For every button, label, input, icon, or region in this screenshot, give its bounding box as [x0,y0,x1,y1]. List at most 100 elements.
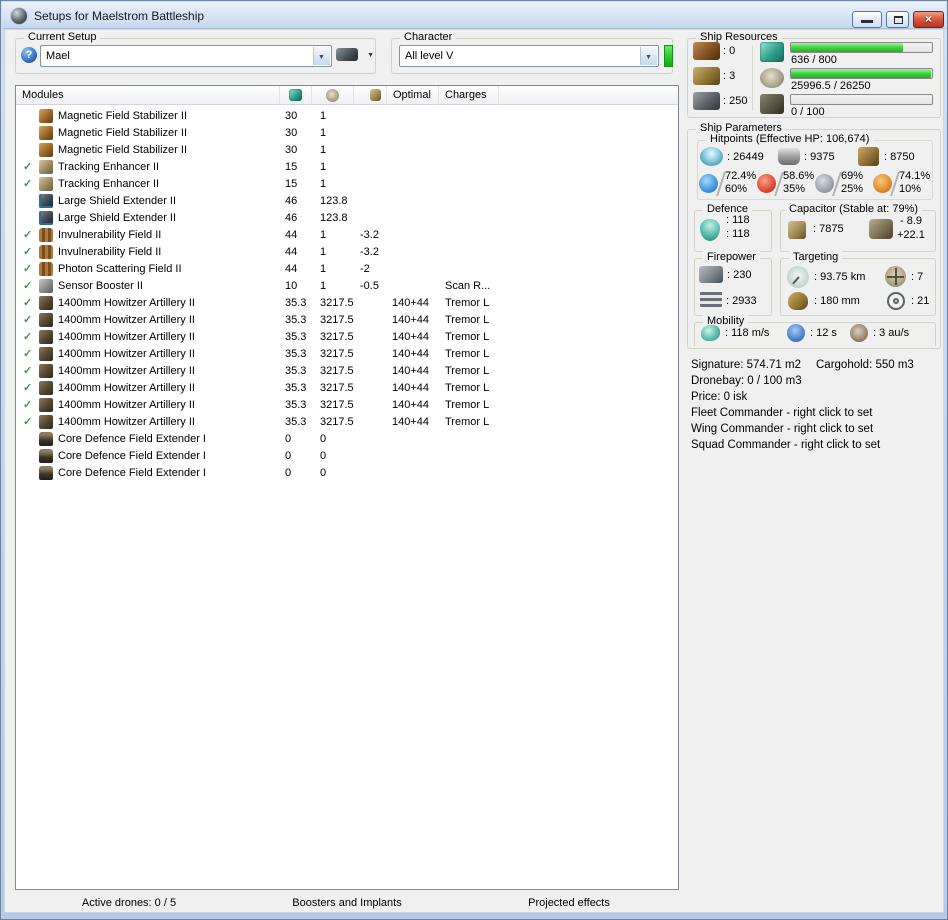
module-cpu: 15 [285,161,298,173]
kinetic-resist-icon [815,174,834,193]
active-check-icon[interactable]: ✓ [23,262,32,275]
active-check-icon[interactable]: ✓ [23,347,32,360]
close-icon: × [924,12,932,26]
modules-list[interactable]: Modules Optimal Charges Magnetic Field S… [15,85,679,890]
slot-count: : 0 [723,45,736,57]
header-powergrid[interactable] [312,86,354,105]
title-bar[interactable]: Setups for Maelstrom Battleship × [2,2,946,29]
module-name: Core Defence Field Extender I [58,450,206,462]
module-row[interactable]: Magnetic Field Stabilizer II 30 1 [16,142,678,159]
module-row[interactable]: Core Defence Field Extender I 0 0 [16,465,678,482]
active-check-icon[interactable]: ✓ [23,381,32,394]
module-charges: Tremor L [445,314,490,326]
info-text: Dronebay: 0 / 100 m3 [691,375,802,387]
active-check-icon[interactable]: ✓ [23,330,32,343]
structure-hp-value: : 8750 [884,151,915,163]
shield-resist-value: 74.1% [899,170,931,182]
help-icon[interactable]: ? [21,47,37,63]
module-row[interactable]: ✓ Photon Scattering Field II 44 1 -2 [16,261,678,278]
active-check-icon[interactable]: ✓ [23,228,32,241]
header-charges[interactable]: Charges [439,86,499,105]
active-check-icon[interactable]: ✓ [23,177,32,190]
setup-select[interactable]: Mael ▼ [40,45,332,67]
resource-bar-fill [791,69,931,78]
character-select[interactable]: All level V ▼ [399,45,659,67]
magnetic-field-stabilizer-icon [39,126,53,140]
active-check-icon[interactable]: ✓ [23,415,32,428]
active-check-icon[interactable]: ✓ [23,364,32,377]
divider [752,45,753,111]
powergrid-icon [760,68,784,88]
module-charges: Scan R... [445,280,491,292]
module-row[interactable]: ✓ Tracking Enhancer II 15 1 [16,159,678,176]
module-row[interactable]: ✓ 1400mm Howitzer Artillery II 35.3 3217.5 1… [16,295,678,312]
active-check-icon[interactable]: ✓ [23,296,32,309]
module-row[interactable]: ✓ 1400mm Howitzer Artillery II 35.3 3217.5 1… [16,363,678,380]
active-check-icon[interactable]: ✓ [23,279,32,292]
module-row[interactable]: ✓ 1400mm Howitzer Artillery II 35.3 3217.5 1… [16,414,678,431]
module-cpu: 0 [285,433,292,445]
setup-dropdown-button[interactable]: ▼ [313,47,330,65]
active-check-icon[interactable]: ✓ [23,313,32,326]
warp-speed-icon [850,324,868,342]
artillery-icon [39,415,53,429]
module-cpu: 35.3 [285,297,307,309]
app-icon [11,8,27,24]
module-powergrid: 3217.5 [320,297,354,309]
commander-slot-text[interactable]: Wing Commander - right click to set [691,423,873,435]
module-row[interactable]: ✓ Tracking Enhancer II 15 1 [16,176,678,193]
fitting-menu-button[interactable]: ▼ [336,45,374,65]
module-row[interactable]: Large Shield Extender II 46 123.8 [16,193,678,210]
active-drones-section[interactable]: Active drones: 0 / 5 [82,897,176,909]
header-optimal[interactable]: Optimal [387,86,439,105]
header-cpu[interactable] [280,86,312,105]
boosters-implants-section[interactable]: Boosters and Implants [292,897,401,909]
module-row[interactable]: ✓ 1400mm Howitzer Artillery II 35.3 3217.5 1… [16,380,678,397]
header-modules[interactable]: Modules [16,86,280,105]
module-powergrid: 0 [320,467,327,479]
shield-extender-icon [39,194,53,208]
slot-count: : 250 [723,95,748,107]
capacitor-label: Capacitor (Stable at: 79%) [785,203,923,215]
module-optimal: 140+44 [392,416,430,428]
module-row[interactable]: ✓ 1400mm Howitzer Artillery II 35.3 3217.5 1… [16,397,678,414]
module-row[interactable]: ✓ 1400mm Howitzer Artillery II 35.3 3217.5 1… [16,346,678,363]
module-row[interactable]: ✓ Invulnerability Field II 44 1 -3.2 [16,227,678,244]
hitpoints-group: Hitpoints (Effective HP: 106,674) : 2644… [697,133,933,200]
window-title: Setups for Maelstrom Battleship [34,9,205,23]
minimize-button[interactable] [852,11,882,28]
resource-bar-text: 25996.5 / 26250 [791,80,871,92]
active-check-icon[interactable]: ✓ [23,160,32,173]
current-setup-label: Current Setup [24,31,101,43]
module-row[interactable]: ✓ 1400mm Howitzer Artillery II 35.3 3217.5 1… [16,312,678,329]
character-dropdown-button[interactable]: ▼ [640,47,657,65]
sensor-booster-icon [39,279,53,293]
active-check-icon[interactable]: ✓ [23,245,32,258]
close-button[interactable]: × [913,11,944,28]
module-name: 1400mm Howitzer Artillery II [58,399,195,411]
active-check-icon[interactable]: ✓ [23,398,32,411]
module-name: Invulnerability Field II [58,229,162,241]
defence-value-2: : 118 [726,228,750,240]
module-row[interactable]: Magnetic Field Stabilizer II 30 1 [16,125,678,142]
maximize-button[interactable] [886,11,909,28]
commander-slot-text[interactable]: Fleet Commander - right click to set [691,407,873,419]
projected-effects-section[interactable]: Projected effects [528,897,610,909]
module-row[interactable]: ✓ Sensor Booster II 10 1 -0.5 Scan R... [16,278,678,295]
commander-slot-text[interactable]: Squad Commander - right click to set [691,439,880,451]
module-row[interactable]: Core Defence Field Extender I 0 0 [16,431,678,448]
chevron-down-icon: ▼ [318,54,325,61]
module-row[interactable]: Large Shield Extender II 46 123.8 [16,210,678,227]
module-name: 1400mm Howitzer Artillery II [58,297,195,309]
module-powergrid: 3217.5 [320,382,354,394]
module-row[interactable]: ✓ Invulnerability Field II 44 1 -3.2 [16,244,678,261]
module-row[interactable]: Core Defence Field Extender I 0 0 [16,448,678,465]
targeting-range-value: : 93.75 km [814,271,866,283]
module-row[interactable]: Magnetic Field Stabilizer II 30 1 [16,108,678,125]
tracking-enhancer-icon [39,177,53,191]
module-row[interactable]: ✓ 1400mm Howitzer Artillery II 35.3 3217.5 1… [16,329,678,346]
cap-drain-value: - 8.9 [900,215,923,227]
header-capacitor[interactable] [354,86,387,105]
module-powergrid: 1 [320,178,327,190]
module-name: Tracking Enhancer II [58,178,160,190]
